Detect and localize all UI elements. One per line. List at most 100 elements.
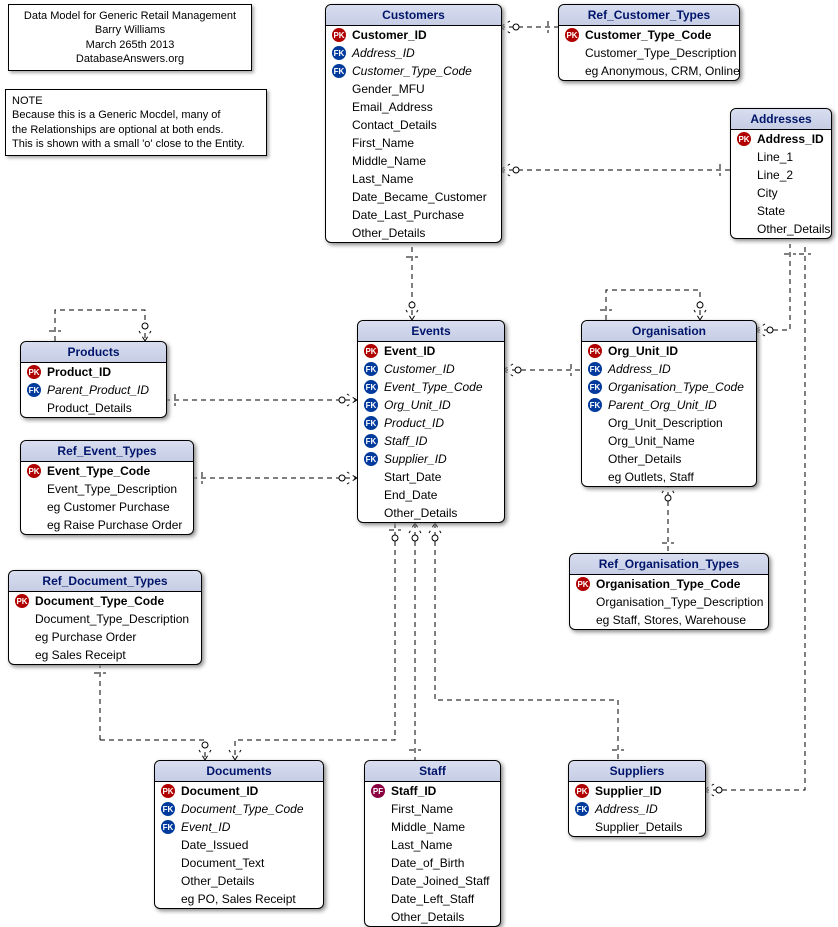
fk-icon: FK (332, 46, 346, 60)
entity-field: PK Product_ID (21, 363, 166, 381)
field-label: eg Staff, Stores, Warehouse (596, 613, 746, 627)
entity-title: Ref_Organisation_Types (570, 554, 768, 575)
field-label: Start_Date (384, 470, 441, 484)
entity-field: Org_Unit_Description (582, 414, 756, 432)
meta-line: Data Model for Generic Retail Management (15, 9, 245, 23)
pk-icon: PK (576, 577, 590, 591)
field-label: Product_ID (47, 365, 111, 379)
entity-field: eg Raise Purchase Order (21, 516, 193, 534)
fk-icon: FK (364, 398, 378, 412)
field-label: Date_Left_Staff (391, 892, 474, 906)
field-label: Line_2 (757, 168, 793, 182)
pk-icon: PK (565, 28, 579, 42)
entity-field: eg Staff, Stores, Warehouse (570, 611, 768, 629)
fk-icon: FK (588, 398, 602, 412)
pk-icon: PK (332, 28, 346, 42)
field-label: Customer_Type_Code (585, 28, 711, 42)
entity-ref-document-types: Ref_Document_TypesPKDocument_Type_CodeDo… (8, 570, 202, 665)
meta-line: March 265th 2013 (15, 38, 245, 52)
fk-icon: FK (364, 362, 378, 376)
entity-field: Last_Name (365, 836, 500, 854)
entity-ref-customer-types: Ref_Customer_Types PK Customer_Type_Code Cu… (558, 4, 740, 81)
entity-field: eg PO, Sales Receipt (155, 890, 323, 908)
entity-field: FKCustomer_ID (358, 360, 504, 378)
meta-box: Data Model for Generic Retail Management… (8, 4, 252, 71)
field-label: Supplier_ID (595, 784, 662, 798)
entity-field: eg Purchase Order (9, 628, 201, 646)
field-label: State (757, 204, 785, 218)
field-label: Other_Details (391, 910, 464, 924)
entity-field: PK Document_Type_Code (9, 592, 201, 610)
pk-icon: PK (15, 594, 29, 608)
field-label: Email_Address (352, 100, 433, 114)
field-label: Parent_Org_Unit_ID (608, 398, 717, 412)
field-label: Customer_Type_Description (585, 46, 736, 60)
entity-staff: StaffPFStaff_ID First_Name Middle_NameLast… (364, 760, 501, 927)
entity-field: FKSupplier_ID (358, 450, 504, 468)
field-label: Event_Type_Description (47, 482, 177, 496)
entity-field: PK Customer_Type_Code (559, 26, 739, 44)
field-label: Date_Last_Purchase (352, 208, 464, 222)
fk-icon: FK (588, 362, 602, 376)
entity-field: First_Name (365, 800, 500, 818)
field-label: Document_Type_Code (35, 594, 164, 608)
field-label: Org_Unit_ID (608, 344, 678, 358)
field-label: Supplier_Details (595, 820, 682, 834)
note-line: Because this is a Generic Mocdel, many o… (12, 108, 260, 122)
entity-field: Gender_MFU (326, 80, 501, 98)
entity-field: Date_Last_Purchase (326, 206, 501, 224)
entity-field: Document_Text (155, 854, 323, 872)
field-label: Product_Details (47, 401, 132, 415)
entity-field: Other_Details (365, 908, 500, 926)
field-label: First_Name (391, 802, 453, 816)
entity-title: Ref_Customer_Types (559, 5, 739, 26)
pk-icon: PK (27, 365, 41, 379)
field-label: Customer_Type_Code (352, 64, 472, 78)
field-label: Line_1 (757, 150, 793, 164)
field-label: Staff_ID (391, 784, 436, 798)
field-label: Org_Unit_ID (384, 398, 451, 412)
entity-field: FK Org_Unit_ID (358, 396, 504, 414)
fk-icon: FK (332, 64, 346, 78)
entity-field: Middle_Name (365, 818, 500, 836)
field-label: Organisation_Type_Description (596, 595, 763, 609)
entity-field: FK Parent_Org_Unit_ID (582, 396, 756, 414)
entity-field: eg Sales Receipt (9, 646, 201, 664)
field-label: Event_Type_Code (384, 380, 483, 394)
field-label: Address_ID (608, 362, 671, 376)
note-line: This is shown with a small 'o' close to … (12, 137, 260, 151)
field-label: Date_Issued (181, 838, 248, 852)
entity-field: Document_Type_Description (9, 610, 201, 628)
field-label: Customer_ID (352, 28, 427, 42)
field-label: Document_Text (181, 856, 264, 870)
entity-field: PK Org_Unit_ID (582, 342, 756, 360)
entity-field: eg Outlets, Staff (582, 468, 756, 486)
entity-field: Other_Details (155, 872, 323, 890)
field-label: First_Name (352, 136, 414, 150)
note-line: the Relationships are optional at both e… (12, 123, 260, 137)
entity-field: First_Name (326, 134, 501, 152)
diagram-canvas: Data Model for Generic Retail Management… (0, 0, 838, 927)
entity-field: PK Customer_ID (326, 26, 501, 44)
pk-icon: PK (588, 344, 602, 358)
entity-title: Suppliers (569, 761, 705, 782)
entity-title: Ref_Event_Types (21, 441, 193, 462)
entity-field: FK Address_ID (582, 360, 756, 378)
entity-field: City (731, 184, 831, 202)
field-label: Org_Unit_Name (608, 434, 695, 448)
entity-ref-event-types: Ref_Event_TypesPKEvent_Type_CodeEvent_Ty… (20, 440, 194, 535)
field-label: Other_Details (181, 874, 254, 888)
field-label: Product_ID (384, 416, 444, 430)
fk-icon: FK (364, 452, 378, 466)
entity-field: Line_2 (731, 166, 831, 184)
note-box: NOTE Because this is a Generic Mocdel, m… (5, 89, 267, 156)
entity-ref-organisation-types: Ref_Organisation_Types PK Organisation_Typ… (569, 553, 769, 630)
entity-documents: DocumentsPKDocument_IDFKDocument_Type_Co… (154, 760, 324, 909)
fk-icon: FK (588, 380, 602, 394)
entity-title: Staff (365, 761, 500, 782)
fk-icon: FK (364, 434, 378, 448)
entity-field: FKEvent_Type_Code (358, 378, 504, 396)
entity-field: PFStaff_ID (365, 782, 500, 800)
field-label: Other_Details (757, 222, 830, 236)
field-label: Address_ID (757, 132, 824, 146)
